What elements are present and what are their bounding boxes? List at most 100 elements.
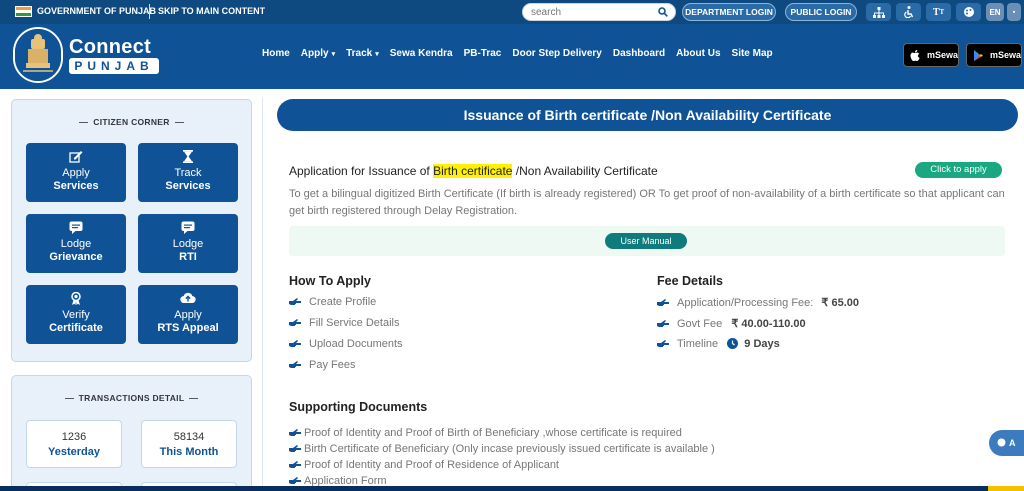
supporting-document-item: Proof of Identity and Proof of Residence… — [289, 459, 559, 471]
how-to-apply-heading: How To Apply — [289, 274, 371, 288]
clock-icon — [727, 338, 739, 349]
search-input[interactable] — [531, 4, 656, 20]
application-title: Application for Issuance of Birth certif… — [289, 164, 658, 178]
transactions-panel: TRANSACTIONS DETAIL 1236 Yesterday 58134… — [11, 375, 252, 491]
footer-strip — [0, 486, 1024, 491]
transaction-period: This Month — [159, 446, 219, 458]
hand-pointer-icon — [289, 477, 301, 484]
main-nav: Home Apply ▾ Track ▾ Sewa Kendra PB-Trac D… — [262, 48, 784, 59]
track-services-tile[interactable]: Track Services — [138, 143, 238, 202]
transaction-month-card: 58134 This Month — [141, 420, 237, 468]
page-title-banner: Issuance of Birth certificate /Non Avail… — [277, 99, 1018, 131]
message-icon — [69, 221, 83, 234]
service-description: To get a bilingual digitized Birth Certi… — [289, 188, 1005, 217]
brand-title: Connect — [69, 36, 152, 58]
supporting-document-item: Birth Certificate of Beneficiary (Only i… — [289, 443, 715, 455]
supporting-documents-heading: Supporting Documents — [289, 400, 428, 414]
lodge-rti-tile[interactable]: Lodge RTI — [138, 214, 238, 273]
apply-rts-appeal-tile[interactable]: Apply RTS Appeal — [138, 285, 238, 344]
transaction-count: 58134 — [173, 431, 205, 443]
hand-pointer-icon — [289, 429, 301, 436]
how-to-apply-item: Fill Service Details — [289, 317, 399, 329]
chat-icon — [997, 438, 1006, 447]
supporting-document-item: Proof of Identity and Proof of Birth of … — [289, 427, 682, 439]
click-to-apply-button[interactable]: Click to apply — [915, 162, 1002, 178]
edit-icon — [69, 151, 83, 163]
fee-row: Timeline 9 Days — [657, 338, 780, 350]
rupee-icon: ₹ — [821, 297, 829, 309]
fee-row: Application/Processing Fee: ₹ 65.00 — [657, 296, 859, 309]
sitemap-icon[interactable] — [866, 3, 891, 21]
google-play-label: mSewa — [989, 50, 1021, 60]
nav-door-step-delivery[interactable]: Door Step Delivery — [512, 48, 601, 59]
how-to-apply-item: Pay Fees — [289, 359, 355, 371]
apply-services-tile[interactable]: Apply Services — [26, 143, 126, 202]
india-flag-icon — [15, 6, 32, 17]
award-icon — [71, 292, 81, 305]
nav-apply[interactable]: Apply ▾ — [301, 48, 335, 59]
nav-sewa-kendra[interactable]: Sewa Kendra — [390, 48, 453, 59]
message-icon — [181, 221, 195, 234]
punjab-emblem-logo[interactable] — [13, 27, 63, 83]
user-manual-button[interactable]: User Manual — [605, 233, 687, 249]
app-store-label: mSewa — [926, 50, 958, 60]
highlighted-term: Birth certificate — [433, 164, 513, 178]
fee-row: Govt Fee ₹ 40.00-110.00 — [657, 317, 806, 330]
nav-track[interactable]: Track ▾ — [346, 48, 379, 59]
nav-home[interactable]: Home — [262, 48, 290, 59]
chevron-down-icon: ▾ — [331, 51, 336, 58]
nav-dashboard[interactable]: Dashboard — [613, 48, 665, 59]
how-to-apply-item: Create Profile — [289, 296, 376, 308]
hand-pointer-icon — [289, 319, 301, 326]
transactions-title: TRANSACTIONS DETAIL — [12, 393, 251, 403]
accessibility-icon[interactable] — [896, 3, 921, 21]
nav-about-us[interactable]: About Us — [676, 48, 720, 59]
timeline-value: 9 Days — [744, 338, 780, 350]
citizen-corner-panel: CITIZEN CORNER Apply Services Track Serv… — [11, 99, 252, 362]
app-store-button[interactable]: mSewa — [903, 43, 959, 67]
transaction-period: Yesterday — [48, 446, 100, 458]
fee-details-heading: Fee Details — [657, 274, 724, 288]
fee-value: 65.00 — [831, 297, 860, 309]
top-strip: GOVERNMENT OF PUNJAB SKIP TO MAIN CONTEN… — [0, 0, 1024, 24]
floating-accessibility-button[interactable]: A — [989, 430, 1024, 456]
hand-pointer-icon — [289, 361, 301, 368]
rupee-icon: ₹ — [731, 318, 739, 330]
brand-subtitle: PUNJAB — [69, 58, 159, 74]
transaction-yesterday-card: 1236 Yesterday — [26, 420, 122, 468]
hand-pointer-icon — [289, 340, 301, 347]
chevron-down-icon: ▾ — [375, 51, 379, 58]
hand-pointer-icon — [657, 320, 669, 327]
google-play-button[interactable]: mSewa — [966, 43, 1022, 67]
nav-site-map[interactable]: Site Map — [732, 48, 773, 59]
hand-pointer-icon — [289, 445, 301, 452]
lodge-grievance-tile[interactable]: Lodge Grievance — [26, 214, 126, 273]
fee-value: 40.00-110.00 — [741, 318, 806, 330]
search-icon[interactable] — [658, 7, 668, 17]
contrast-icon[interactable] — [956, 3, 981, 21]
language-alt-icon[interactable]: ▪ — [1007, 3, 1021, 21]
transaction-count: 1236 — [61, 431, 87, 443]
site-header: Connect PUNJAB Home Apply ▾ Track ▾ Sewa K… — [0, 24, 1024, 89]
language-selector[interactable]: EN — [986, 3, 1004, 21]
public-login-button[interactable]: PUBLIC LOGIN — [785, 3, 857, 21]
column-divider — [262, 98, 263, 491]
department-login-button[interactable]: DEPARTMENT LOGIN — [682, 3, 776, 21]
divider — [149, 4, 150, 19]
cloud-upload-icon — [180, 292, 196, 304]
hand-pointer-icon — [657, 299, 669, 306]
search-box — [522, 3, 676, 21]
hand-pointer-icon — [657, 340, 669, 347]
citizen-corner-title: CITIZEN CORNER — [12, 117, 251, 127]
hourglass-icon — [183, 150, 193, 163]
skip-to-main-link[interactable]: SKIP TO MAIN CONTENT — [158, 6, 265, 16]
text-size-icon[interactable]: TT — [926, 3, 951, 21]
hand-pointer-icon — [289, 298, 301, 305]
government-label: GOVERNMENT OF PUNJAB — [37, 6, 157, 16]
google-play-icon — [973, 49, 983, 61]
hand-pointer-icon — [289, 461, 301, 468]
how-to-apply-item: Upload Documents — [289, 338, 403, 350]
verify-certificate-tile[interactable]: Verify Certificate — [26, 285, 126, 344]
nav-pb-trac[interactable]: PB-Trac — [464, 48, 502, 59]
apple-icon — [910, 49, 920, 61]
